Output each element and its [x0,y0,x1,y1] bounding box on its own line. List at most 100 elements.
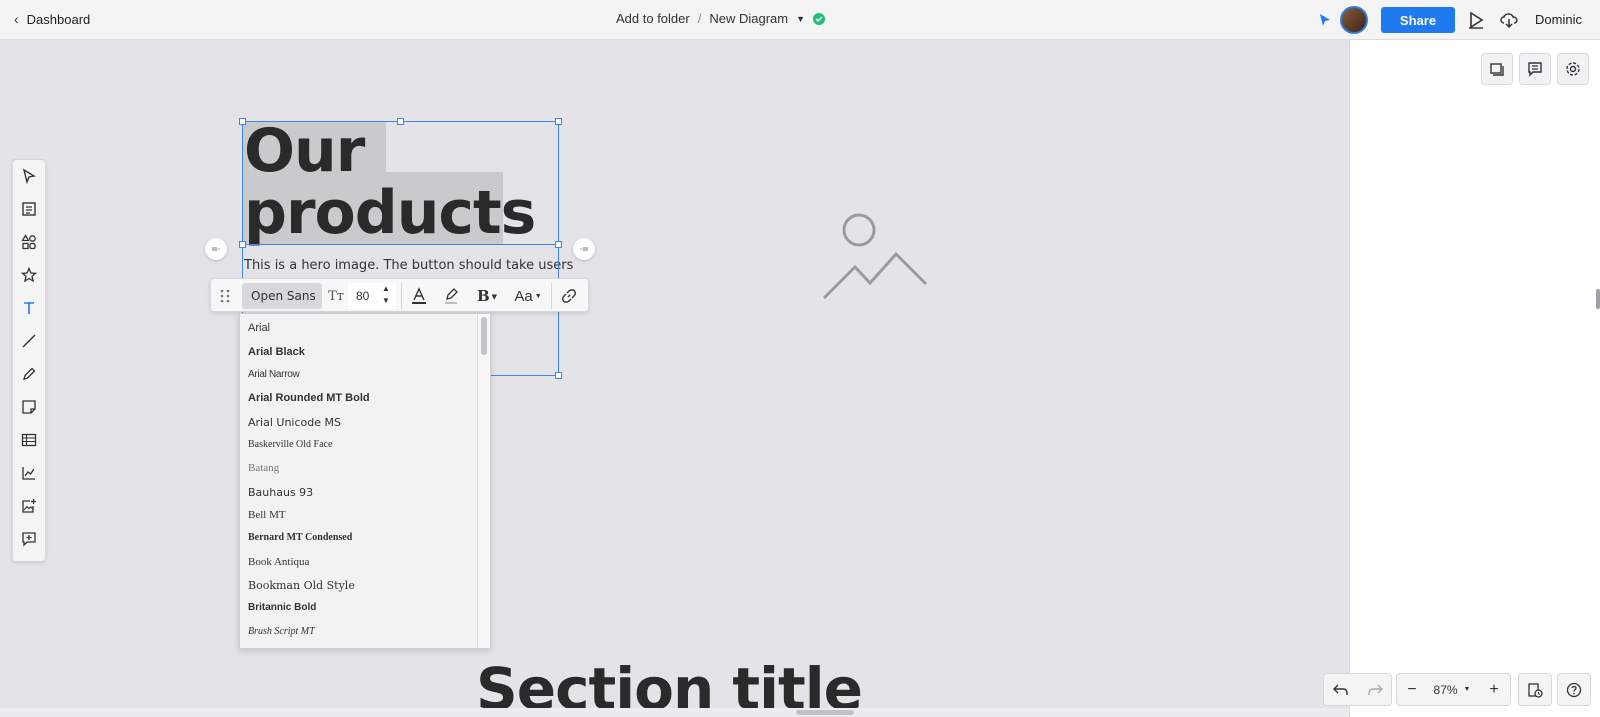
font-size-value[interactable]: 80 [356,289,369,303]
redo-icon [1368,684,1383,695]
scrollbar-thumb[interactable] [796,710,854,715]
highlight-button[interactable] [439,286,463,306]
settings-button[interactable] [1557,53,1589,85]
bold-button[interactable]: B ▼ [473,286,501,306]
connector-left-button[interactable] [205,238,227,260]
font-option[interactable]: Brush Script MT [248,626,315,637]
share-button[interactable]: Share [1381,7,1455,33]
text-case-icon: Aa [514,287,533,305]
divider [401,283,402,309]
zoom-out-button[interactable]: − [1397,674,1427,705]
add-to-folder-link[interactable]: Add to folder [616,11,690,26]
help-button[interactable] [1557,673,1591,706]
resize-handle[interactable] [555,372,562,379]
avatar[interactable] [1340,6,1368,34]
resize-handle[interactable] [239,118,246,125]
pages-button[interactable] [1481,53,1513,85]
comments-icon [1528,62,1542,77]
font-option[interactable]: Bauhaus 93 [248,486,313,499]
line-tool[interactable] [13,325,45,357]
undo-button[interactable] [1324,674,1358,705]
shapes-icon [21,234,36,250]
back-label: Dashboard [26,11,91,27]
drag-grip-icon[interactable] [219,288,231,304]
font-option[interactable]: Bernard MT Condensed [248,532,352,543]
back-to-dashboard-link[interactable]: ‹ Dashboard [14,11,90,27]
pointer-icon [22,168,36,184]
line-icon [22,334,36,348]
font-option[interactable]: Arial [248,322,270,334]
top-bar: ‹ Dashboard Add to folder / New Diagram … [0,0,1600,40]
caret-down-icon[interactable]: ▼ [796,14,805,24]
help-icon [1566,682,1582,697]
font-dropdown: Arial Arial Black Arial Narrow Arial Rou… [239,313,491,649]
font-option[interactable]: Arial Black [248,346,305,358]
caret-down-icon: ▼ [491,291,498,301]
chevron-left-icon: ‹ [14,11,19,27]
collab-cursor-icon[interactable] [1318,13,1332,27]
image-icon [22,499,36,513]
caret-down-icon: ▼ [1463,686,1471,693]
text-format-toolbar: Open Sans Tт 80 ▲ ▼ B ▼ Aa ▼ [210,278,589,312]
font-size-stepper[interactable]: 80 ▲ ▼ [348,283,396,309]
table-icon [21,433,37,447]
page-tool[interactable] [13,193,45,225]
redo-button[interactable] [1358,674,1392,705]
panel-resize-handle[interactable] [1596,289,1600,309]
settings-icon [1566,62,1580,76]
comments-button[interactable] [1519,53,1551,85]
text-color-icon [412,287,426,304]
present-play-icon[interactable] [1467,11,1485,29]
chevron-down-icon[interactable]: ▼ [382,296,390,305]
resize-handle[interactable] [555,241,562,248]
horizontal-scrollbar[interactable] [0,708,1349,717]
table-tool[interactable] [13,424,45,456]
font-option[interactable]: Arial Narrow [248,369,300,380]
connector-icon [212,247,220,251]
font-option[interactable]: Bookman Old Style [248,579,355,592]
sticky-note-icon [22,400,36,414]
font-option[interactable]: Arial Unicode MS [248,416,341,429]
resize-handle[interactable] [555,118,562,125]
pointer-tool[interactable] [13,160,45,192]
zoom-level-select[interactable]: 87% ▼ [1427,674,1477,705]
star-tool[interactable] [13,259,45,291]
text-case-button[interactable]: Aa ▼ [511,286,545,306]
connector-right-button[interactable] [573,238,595,260]
undo-redo-group [1323,673,1392,706]
scrollbar-thumb[interactable] [481,317,487,355]
font-option[interactable]: Baskerville Old Face [248,439,332,450]
download-cloud-icon[interactable] [1499,11,1519,29]
bold-icon: B [476,287,490,305]
user-name[interactable]: Dominic [1535,12,1582,27]
sticky-note-tool[interactable] [13,391,45,423]
pen-icon [23,367,36,380]
caret-down-icon: ▼ [534,292,542,300]
connector-icon [580,247,588,251]
text-size-icon: Tт [328,288,344,304]
chevron-up-icon[interactable]: ▲ [382,284,390,293]
pen-tool[interactable] [13,358,45,390]
resize-handle[interactable] [239,241,246,248]
text-tool[interactable] [13,292,45,324]
font-family-select[interactable]: Open Sans [242,283,322,309]
text-color-button[interactable] [407,286,431,306]
right-panel [1349,40,1600,717]
chart-icon [22,467,35,480]
font-option[interactable]: Britannic Bold [248,602,316,613]
link-button[interactable] [557,286,581,306]
history-button[interactable] [1518,673,1552,706]
font-option[interactable]: Bell MT [248,509,286,521]
shapes-tool[interactable] [13,226,45,258]
diagram-name[interactable]: New Diagram [709,11,788,26]
zoom-in-button[interactable]: + [1479,674,1509,705]
dropdown-scrollbar[interactable] [477,314,490,648]
comment-add-tool[interactable] [13,523,45,555]
font-option[interactable]: Book Antiqua [248,556,309,568]
image-tool[interactable] [13,490,45,522]
chart-tool[interactable] [13,457,45,489]
font-option[interactable]: Batang [248,462,279,474]
font-option[interactable]: Arial Rounded MT Bold [248,392,370,404]
image-placeholder-icon[interactable] [822,213,928,300]
resize-handle[interactable] [397,118,404,125]
